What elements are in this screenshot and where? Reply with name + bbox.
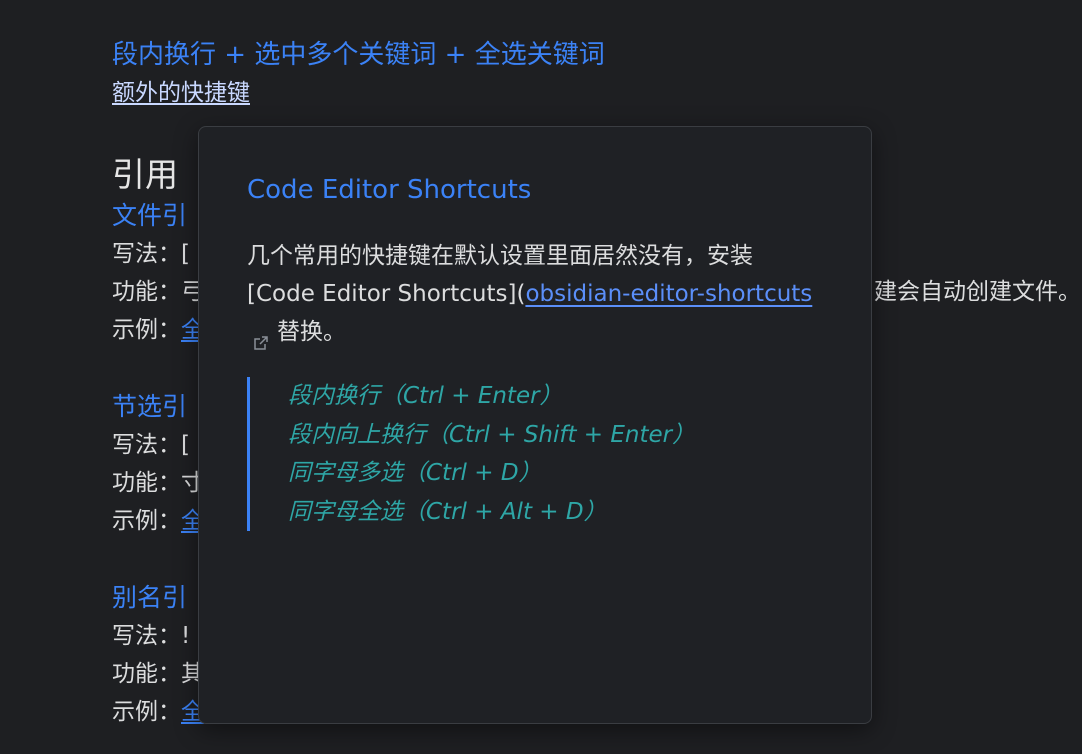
row-function: 功能：寸	[112, 470, 204, 496]
popover-paragraph: 几个常用的快捷键在默认设置里面居然没有，安装 [Code Editor Shor…	[247, 237, 827, 351]
row-function-tail: 建会自动创建文件。	[874, 279, 1081, 305]
keyword-1: 段内换行	[112, 40, 217, 70]
item-heading-section-ref[interactable]: 节选引	[112, 388, 187, 426]
plugin-external-link[interactable]: obsidian-editor-shortcuts	[525, 281, 812, 307]
item-heading-file-ref[interactable]: 文件引	[112, 197, 187, 235]
row-syntax: 写法：[	[112, 241, 190, 267]
paragraph-text-end: 替换。	[277, 319, 346, 345]
row-example: 示例：全	[112, 508, 204, 534]
quote-line: 段内向上换行（Ctrl + Shift + Enter）	[288, 421, 696, 448]
quote-line: 同字母多选（Ctrl + D）	[288, 460, 542, 486]
external-link-icon	[253, 325, 269, 350]
keyword-2: 选中多个关键词	[254, 40, 437, 70]
row-syntax: 写法：[	[112, 432, 190, 458]
quote-line: 同字母全选（Ctrl + Alt + D）	[288, 498, 607, 525]
keyword-3: 全选关键词	[474, 40, 605, 70]
quote-line: 段内换行（Ctrl + Enter）	[288, 383, 563, 409]
row-example: 示例：全	[112, 699, 204, 725]
row-function: 功能：弓	[112, 279, 204, 305]
item-heading-alias-ref[interactable]: 别名引	[112, 579, 187, 617]
section-title: 引用	[112, 155, 178, 194]
row-syntax: 写法：!	[112, 623, 191, 649]
row-example: 示例：全	[112, 317, 204, 343]
link-preview-popover[interactable]: Code Editor Shortcuts 几个常用的快捷键在默认设置里面居然没…	[198, 126, 872, 724]
shortcut-keywords-heading[interactable]: 段内换行 + 选中多个关键词 + 全选关键词	[112, 36, 605, 74]
shortcut-blockquote: 段内换行（Ctrl + Enter） 段内向上换行（Ctrl + Shift +…	[247, 377, 807, 531]
popover-title[interactable]: Code Editor Shortcuts	[247, 175, 531, 205]
keyword-separator: +	[436, 40, 475, 70]
keyword-separator: +	[216, 40, 255, 70]
row-function: 功能：其	[112, 661, 204, 687]
extra-shortcuts-link[interactable]: 额外的快捷键	[112, 80, 250, 106]
